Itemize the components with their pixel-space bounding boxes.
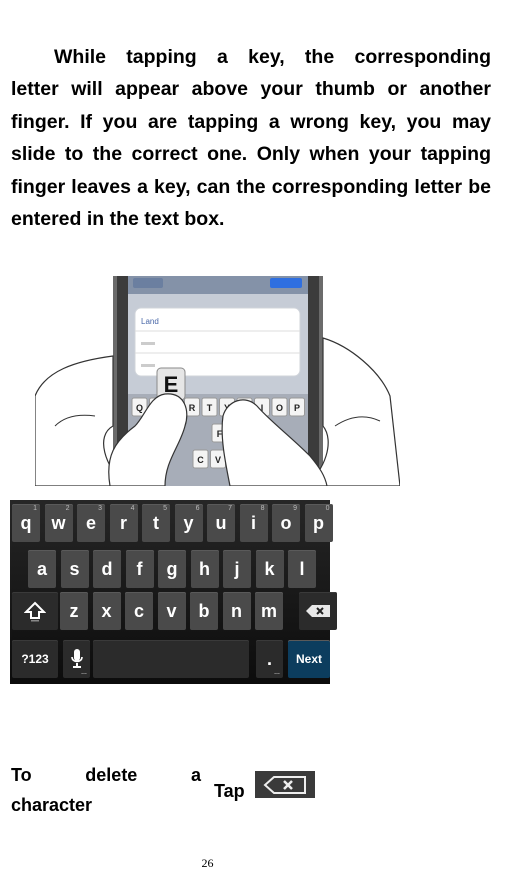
shift-icon: [24, 601, 46, 622]
key-c[interactable]: c: [125, 592, 153, 630]
next-key[interactable]: Next: [288, 640, 330, 678]
key-i[interactable]: i8: [239, 504, 268, 542]
key-number-hint: 3: [98, 505, 102, 512]
key-label: u: [215, 512, 227, 533]
shift-key[interactable]: [12, 592, 58, 630]
form-fields: [134, 307, 301, 377]
key-g[interactable]: g: [158, 550, 186, 588]
key-number-hint: 1: [33, 505, 37, 512]
key-n[interactable]: n: [222, 592, 251, 630]
instruction-paragraph: While tapping a key, the corresponding l…: [11, 41, 491, 235]
illustration-key-label: Q: [136, 403, 143, 413]
key-h[interactable]: h: [190, 550, 219, 588]
key-label: t: [153, 512, 159, 533]
word-character: character: [11, 795, 93, 815]
key-v[interactable]: v: [157, 592, 186, 630]
backspace-icon: [263, 775, 306, 794]
key-b[interactable]: b: [190, 592, 218, 630]
word-to: To: [11, 765, 32, 785]
tap-label: Tap: [214, 781, 245, 801]
paragraph-body-text: letter will appear above your thumb or a…: [11, 78, 491, 231]
microphone-icon: [70, 649, 83, 668]
key-l[interactable]: l: [288, 550, 316, 588]
key-label: i: [250, 512, 256, 533]
field-text: Land: [141, 317, 159, 326]
period-label: .: [266, 648, 272, 669]
key-u[interactable]: u7: [207, 504, 235, 542]
key-t[interactable]: t5: [142, 504, 170, 542]
illustration-key-label: P: [294, 403, 300, 413]
popup-letter: E: [164, 372, 179, 397]
paragraph-line1-text: While tapping a key, the corresponding: [54, 46, 491, 68]
key-j[interactable]: j: [223, 550, 251, 588]
word-a: a: [190, 765, 201, 785]
illustration-key-label: O: [276, 403, 283, 413]
illustration-key-label: R: [189, 403, 196, 413]
backspace-key[interactable]: [299, 592, 337, 630]
key-s[interactable]: s: [60, 550, 89, 588]
key-k[interactable]: k: [255, 550, 284, 588]
key-label: r: [119, 512, 127, 533]
key-label: e: [85, 512, 96, 533]
key-q[interactable]: q1: [12, 504, 40, 542]
key-label: q: [20, 512, 32, 533]
key-z[interactable]: z: [60, 592, 88, 630]
key-label: p: [313, 512, 324, 533]
key-number-hint: 5: [163, 505, 167, 512]
delete-instruction: To delete a character: [11, 765, 201, 816]
key-w[interactable]: w2: [44, 504, 73, 542]
key-a[interactable]: a: [28, 550, 56, 588]
key-number-hint: 7: [228, 505, 232, 512]
key-y[interactable]: y6: [174, 504, 203, 542]
key-p[interactable]: p0: [304, 504, 333, 542]
key-number-hint: 6: [195, 505, 200, 512]
illustration-key-label: V: [215, 455, 221, 465]
key-o[interactable]: o9: [272, 504, 300, 542]
phone-hands-image: Land QWERTYUIOPFGCVB E: [35, 276, 400, 486]
paragraph-first-line: While tapping a key, the corresponding: [11, 41, 491, 73]
key-number-hint: 0: [325, 505, 330, 512]
key-number-hint: 9: [293, 505, 297, 512]
typing-illustration: Land QWERTYUIOPFGCVB E: [35, 276, 400, 486]
backspace-key-image: [255, 771, 315, 798]
voice-input-key[interactable]: …: [63, 640, 90, 678]
key-number-hint: 8: [260, 505, 265, 512]
word-delete: delete: [85, 765, 138, 785]
space-bar[interactable]: [93, 640, 249, 678]
key-number-hint: 2: [65, 505, 70, 512]
symbols-key[interactable]: ?123: [12, 640, 58, 678]
android-keyboard: q1w2e3r4t5y6u7i8o9p0 asdfghjkl zxcvbnm ?…: [10, 500, 337, 684]
key-e[interactable]: e3: [77, 504, 105, 542]
key-label: y: [183, 512, 194, 533]
key-number-hint: 4: [130, 505, 135, 512]
key-d[interactable]: d: [93, 550, 121, 588]
key-label: o: [280, 512, 292, 533]
key-x[interactable]: x: [92, 592, 121, 630]
key-label: w: [51, 512, 66, 533]
key-f[interactable]: f: [125, 550, 154, 588]
backspace-icon: [306, 605, 330, 617]
illustration-key-label: T: [207, 403, 213, 413]
key-m[interactable]: m: [255, 592, 283, 630]
illustration-key-label: C: [197, 455, 204, 465]
period-key[interactable]: . …: [256, 640, 283, 678]
key-r[interactable]: r4: [109, 504, 138, 542]
